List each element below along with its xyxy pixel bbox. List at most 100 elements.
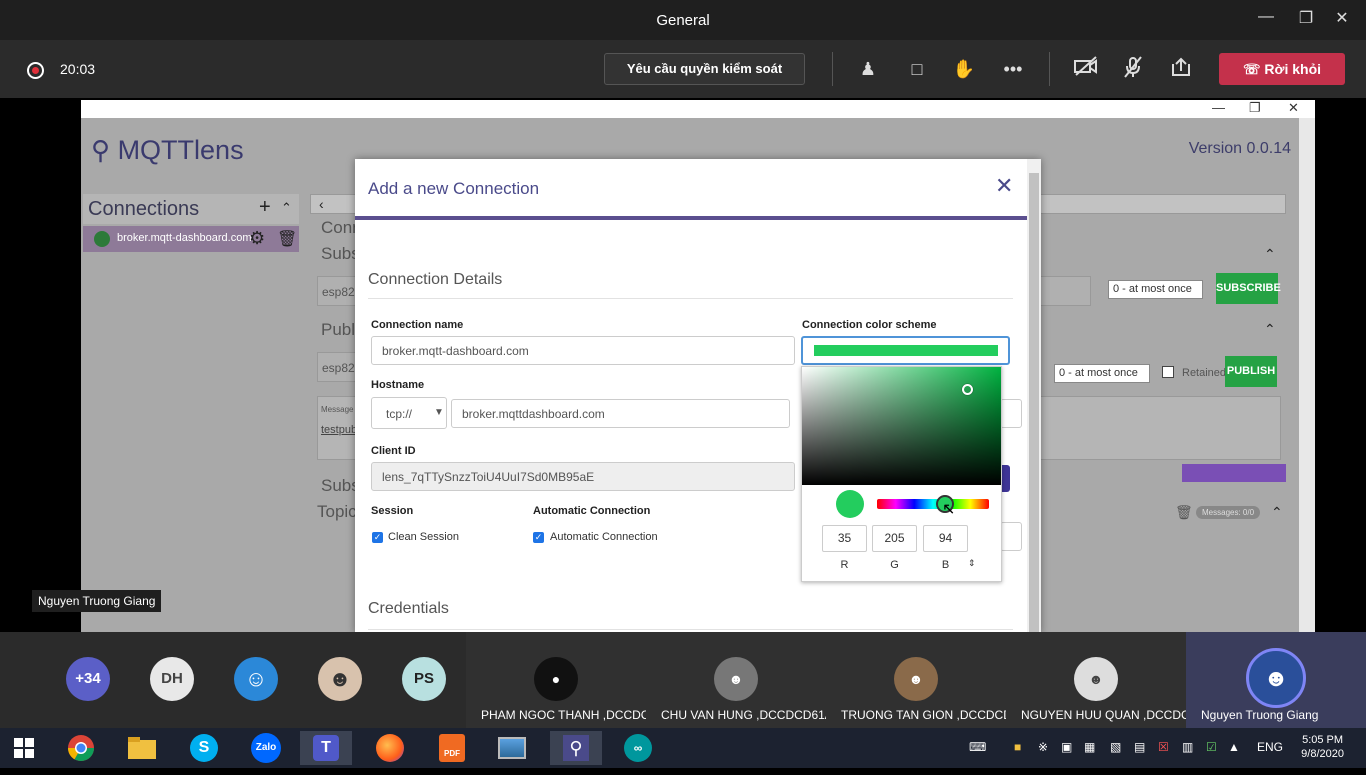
request-control-button[interactable]: Yêu cầu quyền kiểm soát: [604, 53, 805, 85]
raise-hand-icon[interactable]: ✋: [951, 56, 977, 82]
file-explorer-icon[interactable]: [116, 731, 168, 765]
red-input[interactable]: 35: [822, 525, 867, 552]
blue-input[interactable]: 94: [923, 525, 968, 552]
taskbar-clock[interactable]: 5:05 PM 9/8/2020: [1301, 733, 1344, 761]
presenter-label: Nguyen Truong Giang: [32, 590, 162, 612]
color-scheme-input[interactable]: [801, 336, 1010, 365]
network-icon[interactable]: ▲: [1228, 740, 1240, 754]
bluetooth-icon[interactable]: ※: [1038, 740, 1048, 754]
camera-off-icon[interactable]: [1073, 56, 1099, 82]
subscribe-qos-select[interactable]: 0 - at most once: [1108, 280, 1203, 299]
pdf-icon[interactable]: PDF: [426, 731, 478, 765]
settings-icon[interactable]: ⚙: [249, 228, 265, 249]
collapse-icon[interactable]: ⌃: [281, 200, 292, 216]
topic-label: Topic: [317, 502, 357, 521]
app-restore-icon[interactable]: ❐: [1249, 100, 1261, 116]
publish-topic-text: esp82: [322, 361, 355, 375]
port-input-edge[interactable]: [1000, 399, 1022, 428]
collapse-subscribe-icon[interactable]: ⌃: [1264, 246, 1276, 263]
close-icon[interactable]: ✕: [1327, 8, 1357, 28]
subscribe-button[interactable]: SUBSCRIBE: [1216, 273, 1281, 304]
magnifier-logo-icon: ⚲: [91, 135, 111, 165]
avatar[interactable]: ☺: [234, 657, 278, 701]
mic-off-icon[interactable]: [1120, 56, 1146, 82]
meeting-timer: 20:03: [60, 61, 96, 77]
logo-text: MQTTlens: [117, 135, 244, 165]
participant-tile-self[interactable]: ☻ Nguyen Truong Giang: [1186, 632, 1366, 728]
avatar[interactable]: PS: [402, 657, 446, 701]
participants-icon[interactable]: ♟: [855, 56, 881, 82]
connection-details-heading: Connection Details: [368, 271, 503, 288]
automatic-connection-checkbox[interactable]: ✓: [533, 532, 544, 543]
hostname-label: Hostname: [371, 379, 425, 391]
avatar[interactable]: DH: [150, 657, 194, 701]
skype-icon[interactable]: S: [178, 731, 230, 765]
tray-app-icon[interactable]: ☒: [1158, 740, 1169, 754]
security-icon[interactable]: ☑: [1206, 740, 1217, 754]
pause-icon[interactable]: [94, 231, 110, 247]
participant-tile[interactable]: ☻ NGUYEN HUU QUAN ,DCCDCD: [1006, 632, 1187, 728]
participant-tile[interactable]: ☻ TRUONG TAN GION ,DCCDCD6: [826, 632, 1007, 728]
mqttlens-app-icon[interactable]: ⚲: [550, 731, 602, 765]
add-connection-icon[interactable]: +: [259, 196, 271, 219]
participant-tile[interactable]: ☻ CHU VAN HUNG ,DCCDCD61A: [646, 632, 827, 728]
back-icon[interactable]: ‹: [319, 196, 324, 212]
publish-qos-select[interactable]: 0 - at most once: [1054, 364, 1150, 383]
app-close-icon[interactable]: ✕: [1288, 100, 1299, 116]
chrome-icon[interactable]: [55, 731, 107, 765]
tray-app-icon[interactable]: ▧: [1110, 740, 1121, 754]
tray-app-icon[interactable]: ▣: [1061, 740, 1072, 754]
participant-tile[interactable]: ● PHAM NGOC THANH ,DCCDCD: [466, 632, 647, 728]
firefox-icon[interactable]: [364, 731, 416, 765]
overflow-participants-avatar[interactable]: +34: [66, 657, 110, 701]
keyboard-icon[interactable]: ⌨: [969, 740, 986, 754]
publish-button[interactable]: PUBLISH: [1225, 356, 1277, 387]
hue-slider[interactable]: [877, 499, 989, 509]
tray-app-icon[interactable]: ▤: [1134, 740, 1145, 754]
format-toggle-icon[interactable]: ⇕: [968, 558, 976, 569]
avatar[interactable]: ☻: [318, 657, 362, 701]
hang-up-icon: ☏: [1242, 61, 1261, 77]
red-label: R: [840, 559, 849, 571]
delete-icon[interactable]: 🗑: [277, 229, 297, 249]
photos-icon[interactable]: [486, 731, 538, 765]
collapse-topic-icon[interactable]: ⌃: [1271, 504, 1283, 521]
clean-session-checkbox[interactable]: ✓: [372, 532, 383, 543]
app-minimize-icon[interactable]: —: [1212, 100, 1225, 115]
share-screen-icon[interactable]: [1168, 56, 1194, 82]
windows-taskbar: S Zalo T PDF ⚲ ∞ ⌨ ■ ※ ▣ ▦ ▧ ▤ ☒ ▥ ☑ ▲ E…: [0, 728, 1366, 768]
close-dialog-icon[interactable]: ✕: [995, 173, 1013, 199]
client-id-input[interactable]: lens_7qTTySnzzToiU4UuI7Sd0MB95aE: [371, 462, 795, 491]
recording-icon: [27, 62, 44, 79]
restore-icon[interactable]: ❐: [1291, 8, 1321, 28]
keepalive-input-edge[interactable]: [1000, 522, 1022, 551]
minimize-icon[interactable]: —: [1251, 8, 1281, 26]
windows-start-icon[interactable]: [0, 731, 48, 765]
dialog-scrollbar[interactable]: [1027, 159, 1041, 632]
automatic-connection-label: Automatic Connection: [533, 505, 651, 517]
zalo-icon[interactable]: Zalo: [240, 731, 292, 765]
collapse-publish-icon[interactable]: ⌃: [1264, 321, 1276, 338]
teams-icon[interactable]: T: [300, 731, 352, 765]
saturation-cursor[interactable]: [962, 384, 973, 395]
app-scrollbar[interactable]: [1299, 118, 1315, 632]
leave-button[interactable]: ☏ Rời khỏi: [1219, 53, 1345, 85]
protocol-select[interactable]: tcp:// ▼: [371, 397, 447, 429]
hostname-input[interactable]: broker.mqttdashboard.com: [451, 399, 790, 428]
tray-app-icon[interactable]: ▥: [1182, 740, 1193, 754]
tray-app-icon[interactable]: ▦: [1084, 740, 1095, 754]
connections-header: Connections + ⌃: [83, 194, 299, 224]
green-input[interactable]: 205: [872, 525, 917, 552]
tray-app-icon[interactable]: ■: [1014, 740, 1021, 754]
arduino-icon[interactable]: ∞: [612, 731, 664, 765]
clock-date: 9/8/2020: [1301, 748, 1344, 760]
connection-name-input[interactable]: broker.mqtt-dashboard.com: [371, 336, 795, 365]
clear-messages-icon[interactable]: 🗑: [1175, 504, 1193, 521]
retained-checkbox[interactable]: [1162, 366, 1174, 378]
session-label: Session: [371, 505, 414, 517]
window-title: General: [656, 12, 710, 29]
language-indicator[interactable]: ENG: [1257, 740, 1283, 754]
chat-icon[interactable]: □: [904, 56, 930, 82]
more-options-icon[interactable]: •••: [1000, 56, 1026, 82]
connection-item[interactable]: broker.mqtt-dashboard.com ⚙ 🗑: [83, 226, 299, 252]
